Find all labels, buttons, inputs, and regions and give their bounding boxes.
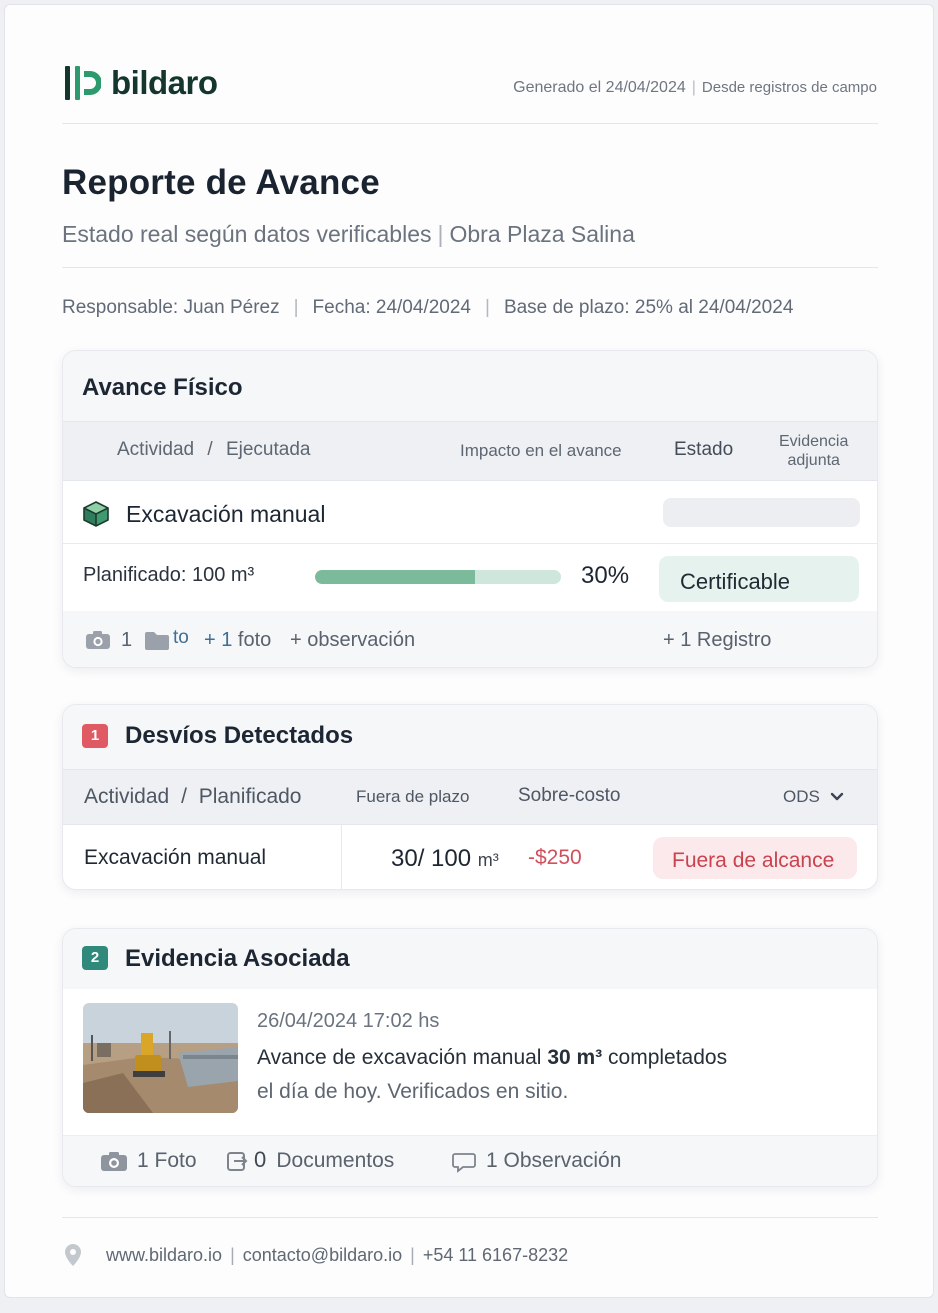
- deviation-row[interactable]: Excavación manual 30/ 100 m³ -$250 Fuera…: [63, 825, 877, 889]
- planned-quantity: Planificado: 100 m³: [83, 564, 255, 586]
- cube-icon: [82, 500, 110, 533]
- physical-table-header: Actividad / Ejecutada Impacto en el avan…: [63, 421, 877, 481]
- evidence-description-line2: el día de hoy. Verificados en sitio.: [257, 1080, 569, 1103]
- footer-email[interactable]: contacto@bildaro.io: [243, 1245, 402, 1266]
- report-date: Fecha: 24/04/2024: [312, 297, 471, 318]
- deviation-activity-cell: Excavación manual: [63, 825, 342, 889]
- col-executed: Ejecutada: [225, 439, 311, 460]
- page-subtitle: Estado real según datos verificables | Obr…: [62, 221, 635, 247]
- header-divider: [62, 123, 878, 124]
- physical-progress-title: Avance Físico: [82, 374, 243, 401]
- evidence-title: Evidencia Asociada: [125, 945, 350, 972]
- report-page: bildaro Generado el 24/04/2024 | Desde reg…: [4, 4, 934, 1298]
- deviations-header: 1 Desvíos Detectados: [63, 705, 877, 769]
- folder-icon: [144, 631, 170, 655]
- add-photo-link[interactable]: + 1 foto: [204, 629, 271, 652]
- deviations-table-header: Actividad / Planificado Fuera de plazo S…: [63, 769, 877, 825]
- ods-dropdown[interactable]: ODS: [783, 787, 844, 807]
- progress-bar-fill: [315, 570, 475, 584]
- subtitle-divider: [62, 267, 878, 268]
- evidence-card: 2 Evidencia Asociada 26/04/2024 17:02 hs…: [62, 928, 878, 1187]
- camera-icon: [85, 630, 111, 655]
- attachments-row: 1 to + 1 foto + observación + 1 Registro: [63, 611, 877, 667]
- col-dev-activity: Actividad: [84, 785, 170, 808]
- chevron-down-icon: [830, 792, 844, 801]
- col-evidence-line1: Evidencia: [779, 433, 849, 450]
- evidence-observations[interactable]: 1 Observación: [486, 1149, 621, 1173]
- activity-row[interactable]: Excavación manual: [63, 482, 877, 544]
- col-activity-executed: Actividad / Ejecutada: [117, 439, 310, 461]
- generation-info: Generado el 24/04/2024 | Desde registros d…: [513, 79, 877, 96]
- col-overcost: Sobre-costo: [518, 785, 621, 806]
- document-icon: [226, 1151, 248, 1177]
- data-source: Desde registros de campo: [701, 79, 877, 96]
- col-late: Fuera de plazo: [356, 787, 470, 806]
- deviation-cost: -$250: [528, 846, 582, 869]
- evidence-text-before: Avance de excavación manual: [257, 1046, 542, 1069]
- add-photo-label: foto: [237, 629, 272, 651]
- page-title: Reporte de Avance: [62, 163, 380, 202]
- evidence-timestamp: 26/04/2024 17:02 hs: [257, 1010, 440, 1032]
- evidence-attachments: 1 Foto 0 Documentos 1 Observación: [63, 1135, 877, 1186]
- deviation-quantity-unit: m³: [477, 850, 499, 870]
- evidence-photos[interactable]: 1 Foto: [137, 1149, 197, 1173]
- physical-progress-header: Avance Físico: [63, 351, 877, 421]
- deviation-status-badge: Fuera de alcance: [653, 837, 857, 879]
- col-impact: Impacto en el avance: [460, 441, 622, 460]
- progress-percent: 30%: [581, 562, 630, 589]
- col-status: Estado: [674, 439, 734, 460]
- evidence-placeholder: [663, 498, 860, 527]
- evidence-text-bold: 30 m³: [547, 1046, 603, 1069]
- col-slash: /: [207, 439, 213, 460]
- add-observation-link[interactable]: + observación: [290, 629, 415, 652]
- evidence-entry[interactable]: 26/04/2024 17:02 hs Avance de excavación…: [63, 989, 877, 1129]
- footer-phone[interactable]: +54 11 6167-8232: [423, 1245, 568, 1266]
- col-evidence-line2: adjunta: [787, 452, 840, 469]
- progress-bar: [315, 570, 561, 584]
- report-meta: Responsable: Juan Pérez | Fecha: 24/04/202…: [62, 297, 794, 318]
- deviation-activity: Excavación manual: [84, 846, 267, 869]
- baseline: Base de plazo: 25% al 24/04/2024: [503, 297, 794, 318]
- site-photo-thumbnail[interactable]: [83, 1003, 238, 1113]
- photo-count: 1: [121, 629, 133, 651]
- deviation-quantity-value: 30/ 100: [391, 845, 472, 872]
- location-pin-icon: [65, 1244, 81, 1266]
- add-photo-count: + 1: [204, 629, 233, 651]
- footer-contact: www.bildaro.io | contacto@bildaro.io | +54 1…: [62, 1243, 568, 1267]
- responsible: Responsable: Juan Pérez: [62, 297, 280, 318]
- status-badge: Certificable: [659, 556, 859, 602]
- subtitle-status: Estado real según datos verificables: [62, 221, 432, 247]
- planned-row: Planificado: 100 m³ 30% Certificable: [63, 545, 877, 611]
- brand-logo: bildaro: [63, 63, 218, 103]
- col-dev-slash: /: [181, 785, 187, 808]
- activity-name: Excavación manual: [126, 501, 326, 527]
- subtitle-project: Obra Plaza Salina: [449, 221, 635, 247]
- ods-label: ODS: [783, 787, 820, 806]
- generated-date: Generado el 24/04/2024: [513, 79, 686, 96]
- col-evidence: Evidencia adjunta: [779, 432, 848, 470]
- evidence-text-after: completados: [608, 1046, 728, 1069]
- camera-icon: [100, 1151, 128, 1177]
- brand-name: bildaro: [111, 64, 218, 101]
- comment-icon: [452, 1152, 476, 1178]
- deviations-card: 1 Desvíos Detectados Actividad / Planifi…: [62, 704, 878, 890]
- evidence-badge: 2: [82, 946, 108, 970]
- footer-divider: [62, 1217, 878, 1218]
- col-activity-planned: Actividad / Planificado: [84, 785, 301, 809]
- physical-progress-card: Avance Físico Actividad / Ejecutada Impa…: [62, 350, 878, 668]
- evidence-header: 2 Evidencia Asociada: [63, 929, 877, 989]
- evidence-docs-label: Documentos: [276, 1149, 395, 1172]
- folder-label[interactable]: to: [173, 627, 189, 649]
- col-dev-planned: Planificado: [198, 785, 302, 808]
- evidence-docs-count: 0: [254, 1147, 267, 1172]
- col-activity: Actividad: [117, 439, 195, 460]
- evidence-docs[interactable]: 0 Documentos: [254, 1147, 394, 1173]
- deviations-badge: 1: [82, 724, 108, 748]
- evidence-description-line1: Avance de excavación manual 30 m³ comple…: [257, 1046, 727, 1070]
- add-record-link[interactable]: + 1 Registro: [663, 629, 771, 652]
- deviations-title: Desvíos Detectados: [125, 722, 354, 749]
- bildaro-logo-icon: [63, 63, 102, 103]
- deviation-quantity: 30/ 100 m³: [391, 845, 499, 873]
- footer-website[interactable]: www.bildaro.io: [106, 1245, 222, 1266]
